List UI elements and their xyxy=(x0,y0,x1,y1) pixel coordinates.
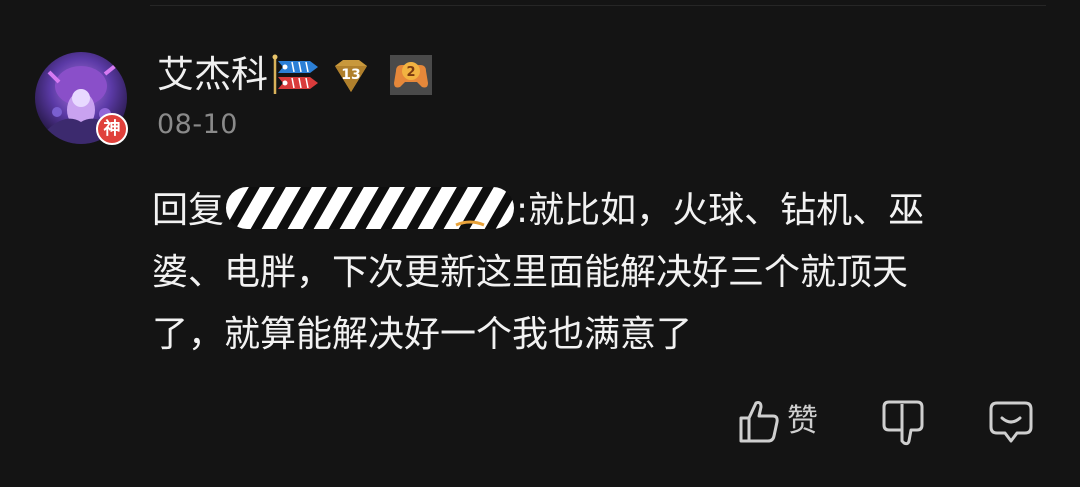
level-badge-text: 13 xyxy=(341,67,360,83)
comment-bubble-icon xyxy=(989,401,1033,443)
content-line-2: 婆、电胖，下次更新这里面能解决好三个就顶天 xyxy=(152,252,909,293)
reply-prefix: 回复 xyxy=(152,190,225,231)
avatar-badge: 神 xyxy=(96,113,128,145)
koinobori-fish-icon xyxy=(272,54,324,98)
content-line-3: 了，就算能解决好一个我也满意了 xyxy=(152,314,693,355)
comment-content: 回复 :就比如，火球、钻机、巫 婆、电胖，下次更新这里面能解决好三个就顶天 了，… xyxy=(152,180,1042,366)
top-divider xyxy=(150,5,1046,6)
content-line: 回复 :就比如，火球、钻机、巫 xyxy=(152,180,1042,242)
comment-date: 08-10 xyxy=(157,109,238,140)
gamepad-icon: 2 xyxy=(390,55,432,99)
username[interactable]: 艾杰科 xyxy=(157,52,268,98)
level-badge-icon: 13 xyxy=(331,58,371,98)
dislike-button[interactable] xyxy=(881,399,925,451)
content-line-1-text: :就比如，火球、钻机、巫 xyxy=(516,190,925,231)
like-label: 赞 xyxy=(787,403,818,439)
reply-button[interactable] xyxy=(988,400,1034,448)
gamepad-badge-text: 2 xyxy=(406,65,415,80)
redacted-mention[interactable] xyxy=(224,185,516,231)
thumbs-down-icon xyxy=(882,400,924,446)
like-button[interactable]: 赞 xyxy=(737,398,818,444)
thumbs-up-icon xyxy=(739,401,779,443)
